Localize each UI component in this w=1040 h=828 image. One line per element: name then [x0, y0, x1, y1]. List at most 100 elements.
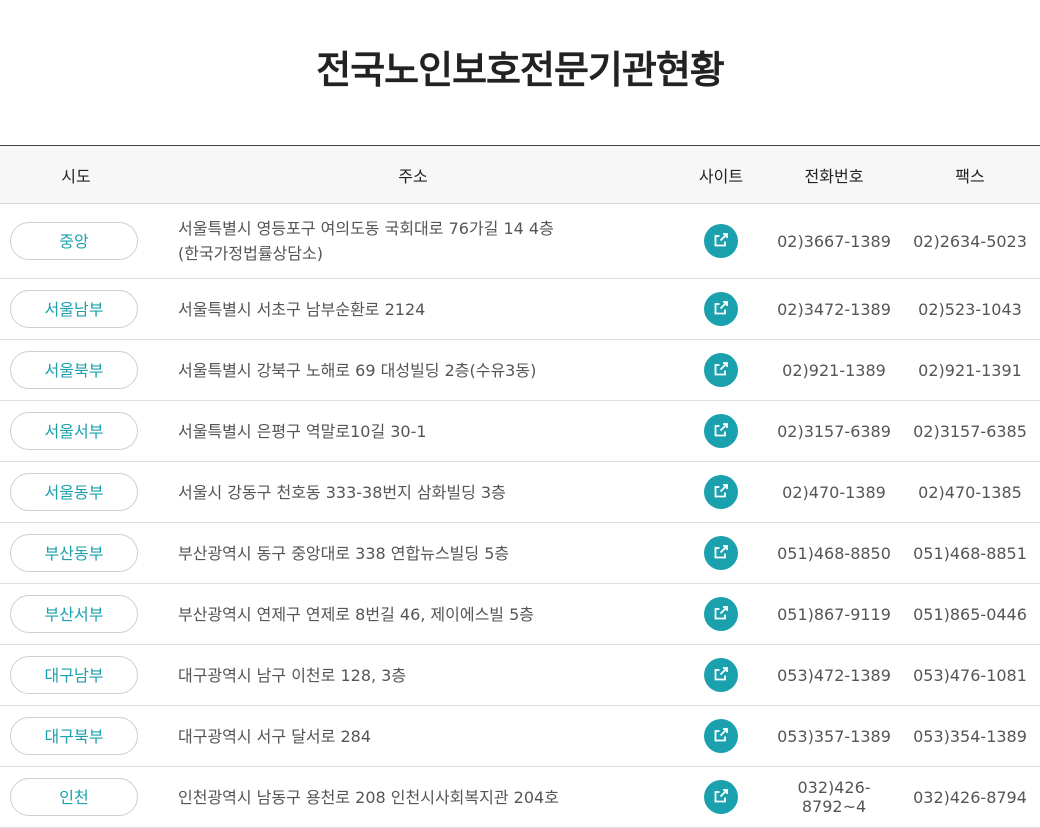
site-cell [674, 645, 768, 706]
external-link-icon [714, 301, 728, 315]
phone-cell: 02)921-1389 [782, 360, 886, 380]
region-button[interactable]: 인천 [10, 778, 138, 816]
region-cell: 부산서부 [0, 584, 152, 645]
region-button[interactable]: 서울북부 [10, 351, 138, 389]
address-cell: 서울특별시 영등포구 여의도동 국회대로 76가길 14 4층 (한국가정법률상담… [152, 204, 674, 279]
table-row: 중앙 서울특별시 영등포구 여의도동 국회대로 76가길 14 4층 (한국가정법… [0, 204, 1040, 279]
fax-cell: 053)476-1081 [913, 665, 1027, 685]
fax-cell: 051)468-8851 [913, 543, 1027, 563]
region-cell: 대구남부 [0, 645, 152, 706]
region-cell: 서울동부 [0, 462, 152, 523]
region-button[interactable]: 서울서부 [10, 412, 138, 450]
table-row: 서울동부 서울시 강동구 천호동 333-38번지 삼화빌딩 3층 02)470… [0, 462, 1040, 523]
site-cell [674, 523, 768, 584]
region-button[interactable]: 대구남부 [10, 656, 138, 694]
header-region: 시도 [0, 145, 152, 204]
address-cell: 대구광역시 서구 달서로 284 [152, 706, 674, 767]
site-link-button[interactable] [704, 780, 738, 814]
region-button[interactable]: 부산서부 [10, 595, 138, 633]
address-line: 서울시 강동구 천호동 333-38번지 삼화빌딩 3층 [178, 482, 506, 502]
address-line: 대구광역시 서구 달서로 284 [178, 726, 371, 746]
table-row: 인천 인천광역시 남동구 용천로 208 인천시사회복지관 204호 032)4… [0, 767, 1040, 828]
region-cell: 부산동부 [0, 523, 152, 584]
external-link-icon [714, 233, 728, 247]
site-link-button[interactable] [704, 475, 738, 509]
site-cell [674, 462, 768, 523]
region-button[interactable]: 중앙 [10, 222, 138, 260]
site-cell [674, 584, 768, 645]
site-link-button[interactable] [704, 719, 738, 753]
site-cell [674, 401, 768, 462]
external-link-icon [714, 728, 728, 742]
table-row: 부산동부 부산광역시 동구 중앙대로 338 연합뉴스빌딩 5층 051)468… [0, 523, 1040, 584]
table-row: 부산서부 부산광역시 연제구 연제로 8번길 46, 제이에스빌 5층 051)… [0, 584, 1040, 645]
site-link-button[interactable] [704, 597, 738, 631]
region-cell: 중앙 [0, 204, 152, 279]
phone-cell: 051)867-9119 [777, 604, 891, 624]
site-link-button[interactable] [704, 292, 738, 326]
header-address: 주소 [152, 145, 674, 204]
address-line: 부산광역시 연제구 연제로 8번길 46, 제이에스빌 5층 [178, 604, 535, 624]
address-cell: 서울특별시 은평구 역말로10길 30-1 [152, 401, 674, 462]
phone-cell: 02)3157-6389 [777, 421, 891, 441]
phone-cell: 02)3472-1389 [777, 299, 891, 319]
address-cell: 서울시 강동구 천호동 333-38번지 삼화빌딩 3층 [152, 462, 674, 523]
address-line: (한국가정법률상담소) [178, 244, 323, 263]
table-row: 서울서부 서울특별시 은평구 역말로10길 30-1 02)3157-6389 … [0, 401, 1040, 462]
header-fax: 팩스 [900, 145, 1040, 204]
region-cell: 인천 [0, 767, 152, 828]
table-row: 서울남부 서울특별시 서초구 남부순환로 2124 02)3472-1389 0… [0, 279, 1040, 340]
site-cell [674, 279, 768, 340]
table-header-row: 시도 주소 사이트 전화번호 팩스 [0, 145, 1040, 204]
address-line: 부산광역시 동구 중앙대로 338 연합뉴스빌딩 5층 [178, 543, 510, 563]
phone-cell: 053)472-1389 [777, 665, 891, 685]
header-phone: 전화번호 [768, 145, 900, 204]
region-cell: 서울북부 [0, 340, 152, 401]
phone-cell: 032)426-8792~4 [797, 778, 871, 816]
region-cell: 대구북부 [0, 706, 152, 767]
site-cell [674, 204, 768, 279]
fax-cell: 053)354-1389 [913, 726, 1027, 746]
external-link-icon [714, 545, 728, 559]
site-link-button[interactable] [704, 224, 738, 258]
external-link-icon [714, 667, 728, 681]
phone-cell: 051)468-8850 [777, 543, 891, 563]
phone-cell: 053)357-1389 [777, 726, 891, 746]
fax-cell: 032)426-8794 [913, 787, 1027, 807]
site-link-button[interactable] [704, 353, 738, 387]
fax-cell: 02)3157-6385 [913, 421, 1027, 441]
external-link-icon [714, 362, 728, 376]
address-line: 인천광역시 남동구 용천로 208 인천시사회복지관 204호 [178, 787, 559, 807]
table-row: 서울북부 서울특별시 강북구 노해로 69 대성빌딩 2층(수유3동) 02)9… [0, 340, 1040, 401]
external-link-icon [714, 606, 728, 620]
address-cell: 인천광역시 남동구 용천로 208 인천시사회복지관 204호 [152, 767, 674, 828]
region-button[interactable]: 대구북부 [10, 717, 138, 755]
region-button[interactable]: 부산동부 [10, 534, 138, 572]
institution-table: 시도 주소 사이트 전화번호 팩스 중앙 서울특별시 영등포구 여의도동 국회대… [0, 145, 1040, 828]
region-button[interactable]: 서울동부 [10, 473, 138, 511]
site-cell [674, 340, 768, 401]
address-line: 서울특별시 강북구 노해로 69 대성빌딩 2층(수유3동) [178, 360, 537, 380]
region-cell: 서울남부 [0, 279, 152, 340]
fax-cell: 02)470-1385 [918, 482, 1022, 502]
phone-cell: 02)3667-1389 [777, 231, 891, 251]
external-link-icon [714, 789, 728, 803]
address-line: 서울특별시 서초구 남부순환로 2124 [178, 299, 426, 319]
site-link-button[interactable] [704, 414, 738, 448]
fax-cell: 02)523-1043 [918, 299, 1022, 319]
address-line: 대구광역시 남구 이천로 128, 3층 [178, 665, 407, 685]
region-button[interactable]: 서울남부 [10, 290, 138, 328]
phone-cell: 02)470-1389 [782, 482, 886, 502]
address-line: 서울특별시 은평구 역말로10길 30-1 [178, 421, 427, 441]
address-cell: 대구광역시 남구 이천로 128, 3층 [152, 645, 674, 706]
external-link-icon [714, 484, 728, 498]
table-row: 대구남부 대구광역시 남구 이천로 128, 3층 053)472-1389 0… [0, 645, 1040, 706]
site-cell [674, 706, 768, 767]
address-cell: 서울특별시 서초구 남부순환로 2124 [152, 279, 674, 340]
fax-cell: 02)2634-5023 [913, 231, 1027, 251]
external-link-icon [714, 423, 728, 437]
page-title: 전국노인보호전문기관현황 [316, 48, 725, 92]
header-site: 사이트 [674, 145, 768, 204]
site-link-button[interactable] [704, 536, 738, 570]
site-link-button[interactable] [704, 658, 738, 692]
